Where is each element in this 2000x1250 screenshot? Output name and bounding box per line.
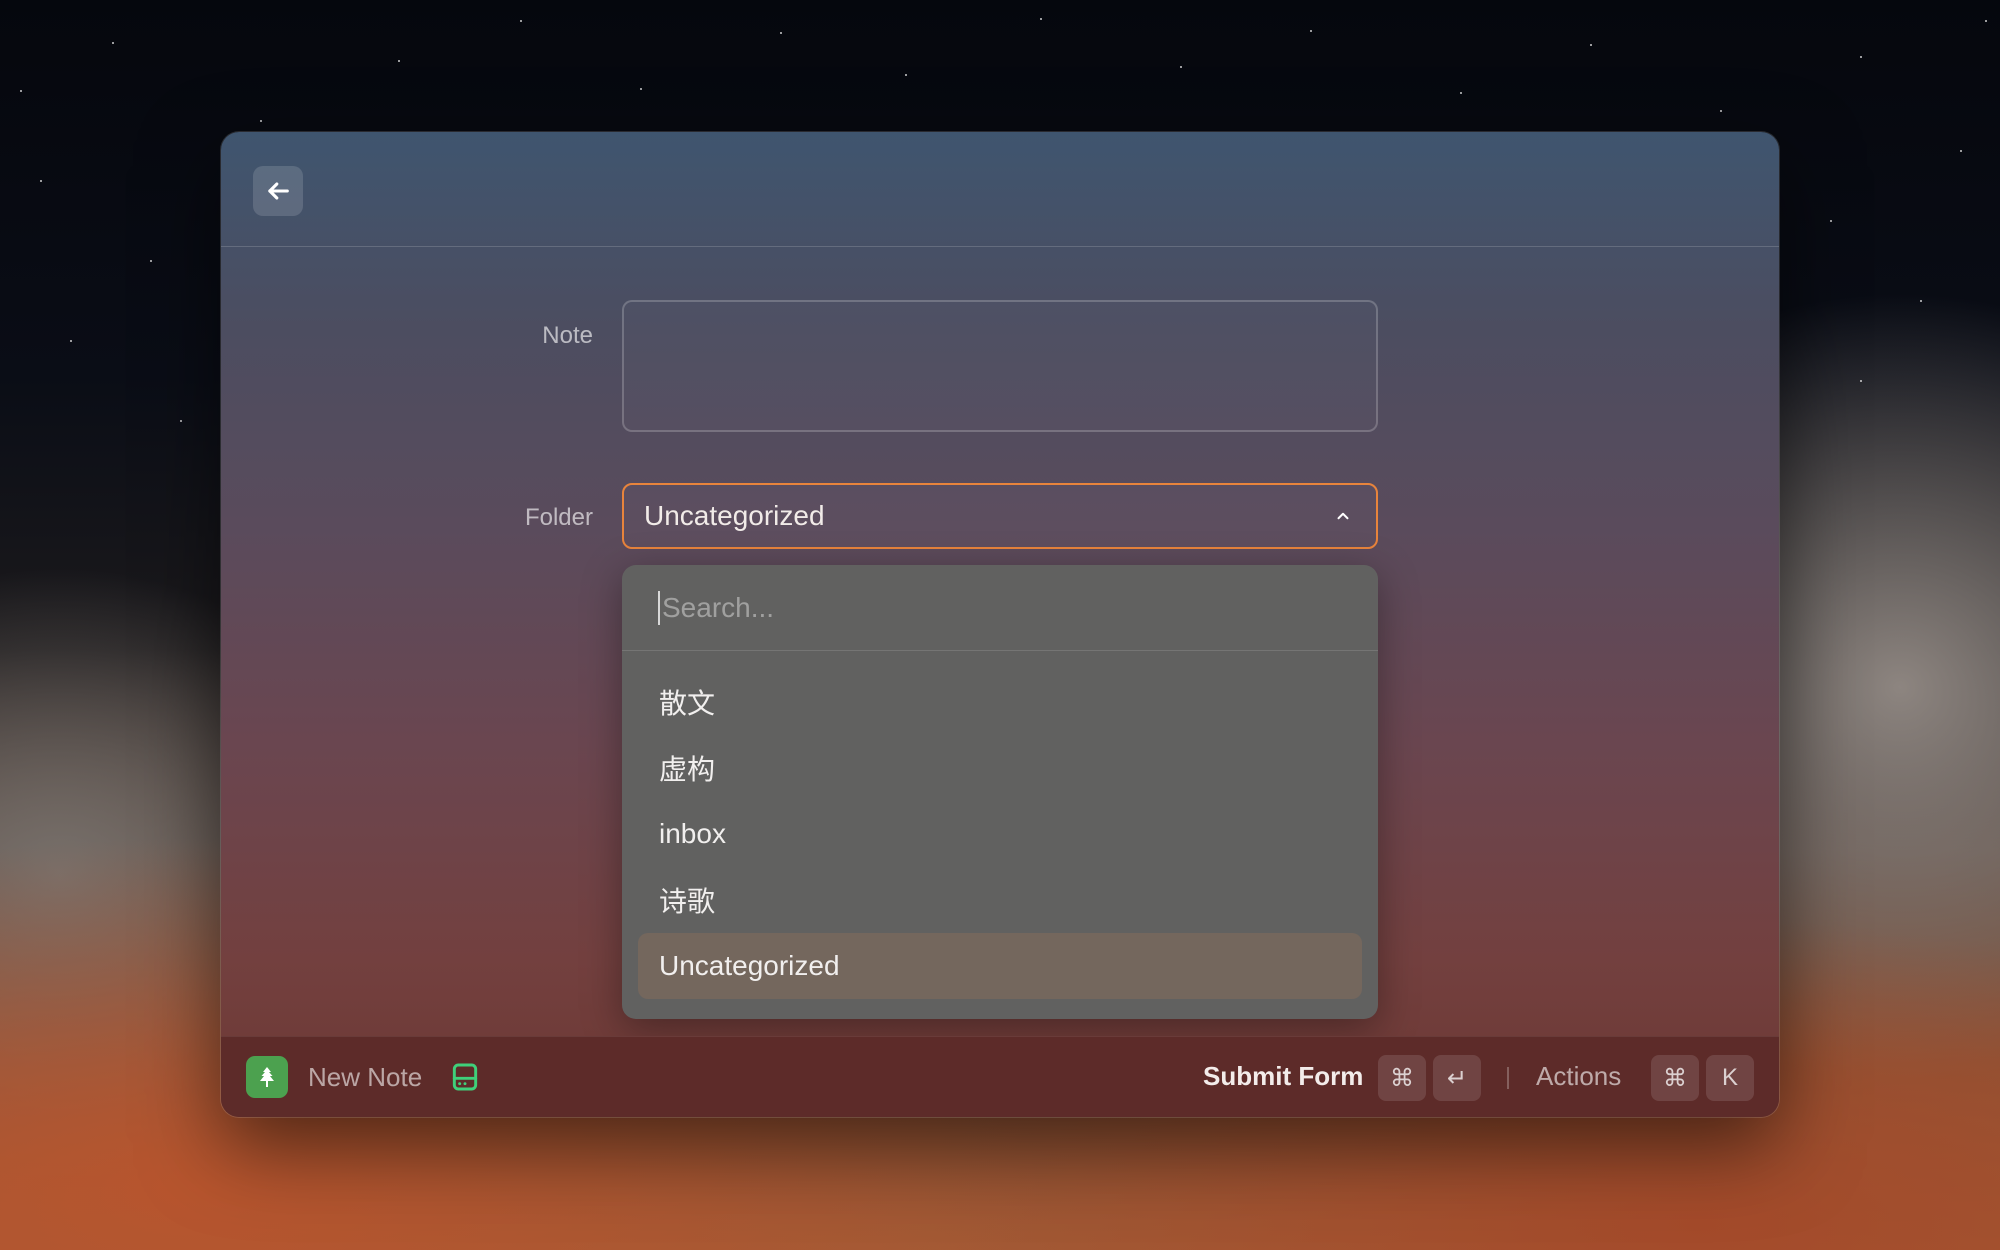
folder-label: Folder (524, 504, 593, 531)
dropdown-option[interactable]: 散文 (638, 669, 1362, 735)
arrow-left-icon (268, 182, 289, 200)
action-bar: New Note Submit Form ⌘ ↵ Actions ⌘ K (221, 1036, 1779, 1117)
dropdown-option-selected[interactable]: Uncategorized (638, 933, 1362, 999)
dropdown-option[interactable]: 虚构 (638, 735, 1362, 801)
folder-dropdown[interactable]: Uncategorized (622, 483, 1378, 549)
folder-dropdown-menu: 散文 虚构 inbox 诗歌 Uncategorized (622, 565, 1378, 1019)
note-label: Note (542, 322, 593, 349)
chevron-up-icon (1337, 512, 1349, 520)
command-name: New Note (308, 1062, 423, 1092)
folder-selected-value: Uncategorized (644, 500, 825, 531)
text-caret (658, 590, 660, 625)
dropdown-search-input[interactable] (662, 591, 1302, 624)
command-key: ⌘ (1651, 1055, 1699, 1101)
dropdown-option[interactable]: inbox (638, 801, 1362, 867)
form-window: Note Folder Uncategorized 散文 虚构 inbox 诗歌… (221, 132, 1779, 1117)
hard-drive-icon (452, 1063, 478, 1091)
top-bar (221, 132, 1779, 247)
dropdown-options: 散文 虚构 inbox 诗歌 Uncategorized (622, 651, 1378, 999)
dropdown-option[interactable]: 诗歌 (638, 867, 1362, 933)
enter-key: ↵ (1433, 1055, 1481, 1101)
actions-button[interactable]: Actions (1536, 1061, 1621, 1092)
tree-icon (260, 1067, 274, 1087)
note-textarea[interactable] (622, 300, 1378, 432)
submit-form-button[interactable]: Submit Form (1203, 1061, 1363, 1092)
app-icon (246, 1056, 288, 1098)
k-key: K (1706, 1055, 1754, 1101)
dropdown-search (622, 565, 1378, 651)
footer-divider (1507, 1067, 1509, 1089)
command-key: ⌘ (1378, 1055, 1426, 1101)
back-button[interactable] (253, 166, 303, 216)
